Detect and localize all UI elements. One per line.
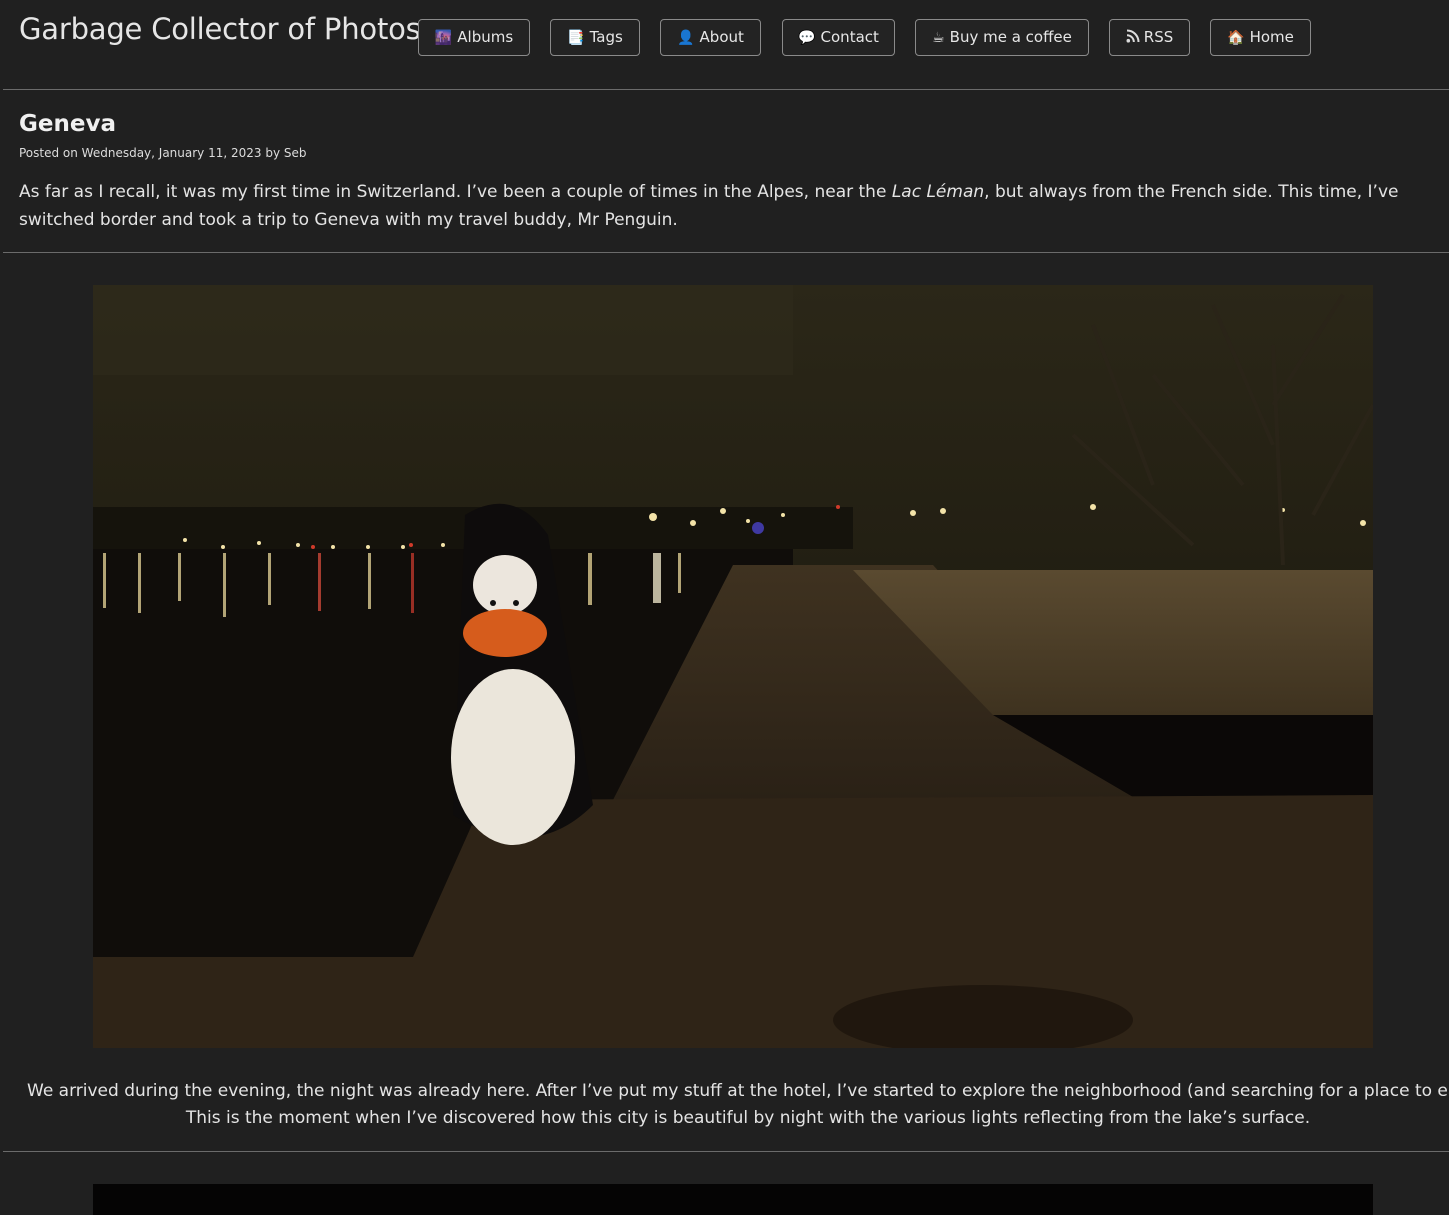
page: Garbage Collector of Photos 🌆 Albums 📑 Tag… [0, 0, 1449, 1215]
photo-geneva-night-lake[interactable] [93, 285, 1373, 1048]
nav-tags-label: Tags [589, 28, 623, 46]
header-divider [3, 89, 1449, 90]
rss-icon [1126, 29, 1140, 43]
photo-next[interactable] [93, 1184, 1373, 1215]
nav-coffee-button[interactable]: ☕ Buy me a coffee [915, 19, 1089, 56]
nav-rss-label: RSS [1143, 28, 1174, 46]
nav-coffee-label: Buy me a coffee [949, 28, 1072, 46]
caption-line-2: This is the moment when I’ve discovered … [185, 1108, 1311, 1128]
post-meta: Posted on Wednesday, January 11, 2023 by… [19, 146, 307, 160]
post-intro: As far as I recall, it was my first time… [19, 178, 1439, 234]
nav-about-button[interactable]: 👤 About [660, 19, 761, 56]
intro-divider [3, 252, 1449, 253]
site-title[interactable]: Garbage Collector of Photos [19, 12, 421, 46]
city-night-icon: 🌆 [434, 30, 453, 46]
coffee-icon: ☕ [932, 30, 945, 46]
caption-line-1: We arrived during the evening, the night… [27, 1081, 1449, 1101]
nav-contact-button[interactable]: 💬 Contact [782, 19, 895, 56]
nav-rss-button[interactable]: RSS [1109, 19, 1190, 56]
user-icon: 👤 [677, 30, 695, 46]
speech-bubble-icon: 💬 [798, 30, 816, 46]
post-intro-emphasis: Lac Léman [891, 182, 985, 202]
nav-albums-label: Albums [457, 28, 514, 46]
caption-divider [3, 1151, 1449, 1152]
nav-albums-button[interactable]: 🌆 Albums [418, 19, 530, 56]
bookmark-tabs-icon: 📑 [567, 30, 585, 46]
nav-contact-label: Contact [820, 28, 879, 46]
post-intro-text-1: As far as I recall, it was my first time… [19, 182, 892, 202]
nav-home-button[interactable]: 🏠 Home [1210, 19, 1311, 56]
house-icon: 🏠 [1227, 30, 1245, 46]
nav-home-label: Home [1249, 28, 1294, 46]
nav-tags-button[interactable]: 📑 Tags [550, 19, 640, 56]
nav-about-label: About [699, 28, 744, 46]
post-title[interactable]: Geneva [19, 111, 116, 137]
